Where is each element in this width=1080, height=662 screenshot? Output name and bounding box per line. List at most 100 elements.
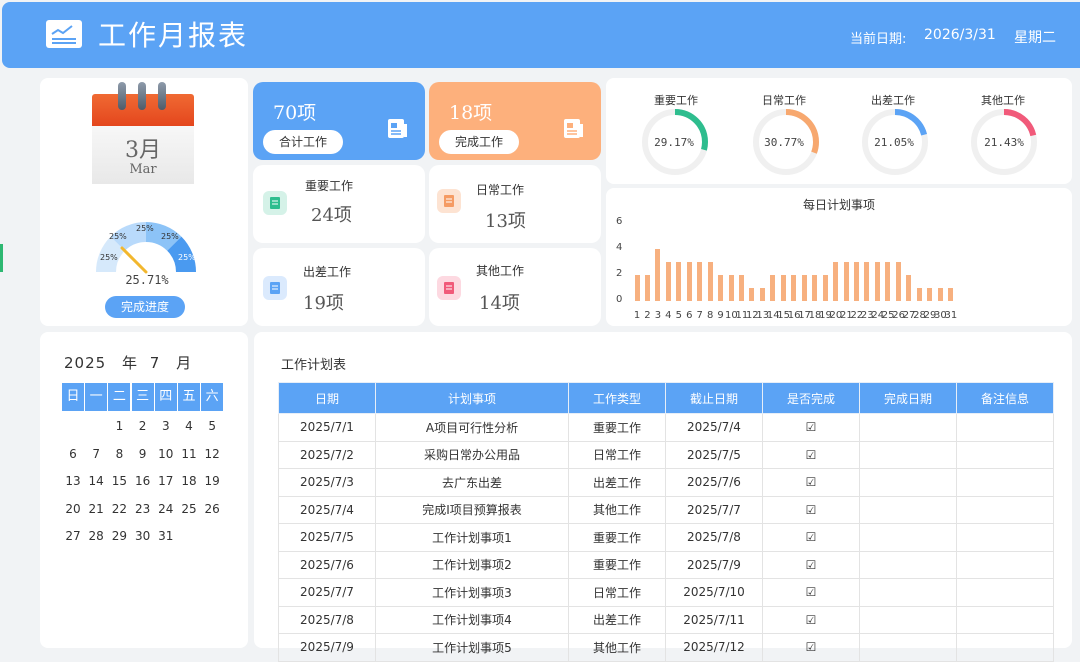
column-header[interactable]: 完成日期: [859, 382, 957, 414]
calendar-day[interactable]: 25: [178, 502, 200, 516]
done-checkbox-cell[interactable]: ☑: [762, 605, 860, 634]
column-header[interactable]: 截止日期: [665, 382, 763, 414]
column-header[interactable]: 备注信息: [956, 382, 1054, 414]
calendar-year-unit: 年: [121, 354, 138, 372]
calendar-day[interactable]: 30: [132, 529, 154, 543]
category-card-other[interactable]: 其他工作 14项: [429, 248, 601, 326]
calendar-day[interactable]: 4: [178, 419, 200, 433]
calendar-day[interactable]: 2: [132, 419, 154, 433]
done-checkbox-cell[interactable]: ☑: [762, 468, 860, 497]
table-cell: 2025/7/4: [665, 413, 763, 442]
done-checkbox-cell[interactable]: ☑: [762, 523, 860, 552]
side-indicator: [0, 244, 3, 272]
table-row[interactable]: 2025/7/9 工作计划事项5 其他工作 2025/7/12 ☑: [278, 633, 1054, 662]
current-weekday: 星期二: [1014, 30, 1056, 46]
table-header-row: 日期 计划事项 工作类型 截止日期 是否完成 完成日期 备注信息: [278, 382, 1054, 414]
category-card-important[interactable]: 重要工作 24项: [253, 165, 425, 243]
calendar-day[interactable]: 20: [62, 502, 84, 516]
table-row[interactable]: 2025/7/8 工作计划事项4 出差工作 2025/7/11 ☑: [278, 605, 1054, 634]
calendar-day[interactable]: 10: [155, 447, 177, 461]
calendar-day[interactable]: 3: [155, 419, 177, 433]
table-cell: 2025/7/7: [278, 578, 376, 607]
column-header[interactable]: 计划事项: [375, 382, 569, 414]
table-row[interactable]: 2025/7/2 采购日常办公用品 日常工作 2025/7/5 ☑: [278, 440, 1054, 469]
calendar-day[interactable]: 19: [201, 474, 223, 488]
calendar-day[interactable]: 7: [85, 447, 107, 461]
done-checkbox-cell[interactable]: ☑: [762, 550, 860, 579]
weekday-header: 日: [62, 383, 84, 411]
table-cell: 工作计划事项2: [375, 550, 569, 579]
calendar-day[interactable]: 24: [155, 502, 177, 516]
done-checkbox-cell[interactable]: ☑: [762, 578, 860, 607]
table-cell: [859, 440, 957, 469]
table-cell: 2025/7/9: [665, 550, 763, 579]
calendar-day[interactable]: 27: [62, 529, 84, 543]
bar: [927, 288, 933, 301]
table-row[interactable]: 2025/7/4 完成I项目预算报表 其他工作 2025/7/7 ☑: [278, 495, 1054, 524]
calendar-day[interactable]: 17: [155, 474, 177, 488]
column-header[interactable]: 日期: [278, 382, 376, 414]
table-cell: [956, 440, 1054, 469]
progress-button[interactable]: 完成进度: [105, 296, 185, 318]
table-row[interactable]: 2025/7/7 工作计划事项3 日常工作 2025/7/10 ☑: [278, 578, 1054, 607]
category-card-business-trip[interactable]: 出差工作 19项: [253, 248, 425, 326]
table-cell: 重要工作: [568, 413, 666, 442]
calendar-day[interactable]: 15: [108, 474, 130, 488]
calendar-day[interactable]: 26: [201, 502, 223, 516]
calendar-day[interactable]: 21: [85, 502, 107, 516]
table-cell: 工作计划事项3: [375, 578, 569, 607]
calendar-month-en: Mar: [129, 162, 157, 177]
category-card-daily[interactable]: 日常工作 13项: [429, 165, 601, 243]
total-card[interactable]: 70项 合计工作: [253, 82, 425, 160]
category-count: 24项: [311, 205, 352, 226]
calendar-day[interactable]: 12: [201, 447, 223, 461]
table-cell: [859, 550, 957, 579]
calendar-day[interactable]: 13: [62, 474, 84, 488]
bar: [749, 288, 755, 301]
table-row[interactable]: 2025/7/5 工作计划事项1 重要工作 2025/7/8 ☑: [278, 523, 1054, 552]
weekday-header: 五: [178, 383, 200, 411]
column-header[interactable]: 是否完成: [762, 382, 860, 414]
calendar-day[interactable]: 6: [62, 447, 84, 461]
calendar-day[interactable]: 16: [132, 474, 154, 488]
calendar-day[interactable]: 28: [85, 529, 107, 543]
category-count: 13项: [485, 211, 526, 232]
calendar-day[interactable]: 29: [108, 529, 130, 543]
column-header[interactable]: 工作类型: [568, 382, 666, 414]
calendar-day[interactable]: 23: [132, 502, 154, 516]
calendar-day[interactable]: 14: [85, 474, 107, 488]
table-row[interactable]: 2025/7/3 去广东出差 出差工作 2025/7/6 ☑: [278, 468, 1054, 497]
calendar-day[interactable]: 8: [108, 447, 130, 461]
table-cell: 2025/7/8: [665, 523, 763, 552]
calendar-day[interactable]: 18: [178, 474, 200, 488]
table-body: 2025/7/1 A项目可行性分析 重要工作 2025/7/4 ☑ 2025/7/2 采购日…: [278, 413, 1054, 662]
done-checkbox-cell[interactable]: ☑: [762, 413, 860, 442]
table-cell: 工作计划事项4: [375, 605, 569, 634]
weekday-header: 一: [85, 383, 108, 411]
bar: [801, 275, 807, 301]
calendar-day[interactable]: 22: [108, 502, 130, 516]
done-checkbox-cell[interactable]: ☑: [762, 440, 860, 469]
bar: [916, 288, 922, 301]
calendar-day[interactable]: 1: [108, 419, 130, 433]
done-card[interactable]: 18项 完成工作: [429, 82, 601, 160]
bar: [759, 288, 765, 301]
done-checkbox-cell[interactable]: ☑: [762, 633, 860, 662]
bar: [885, 262, 891, 301]
table-row[interactable]: 2025/7/1 A项目可行性分析 重要工作 2025/7/4 ☑: [278, 413, 1054, 442]
calendar-day[interactable]: 31: [155, 529, 177, 543]
table-cell: [859, 523, 957, 552]
category-count: 14项: [479, 293, 520, 314]
calendar-day[interactable]: 5: [201, 419, 223, 433]
done-count: 18项: [449, 102, 493, 124]
category-label: 出差工作: [303, 265, 352, 279]
table-cell: 2025/7/6: [278, 550, 376, 579]
x-tick-label: 31: [944, 310, 958, 321]
plan-table: 日期 计划事项 工作类型 截止日期 是否完成 完成日期 备注信息 2025/7/1 A项目可行…: [278, 382, 1054, 662]
bar: [843, 262, 849, 301]
calendar-day[interactable]: 9: [132, 447, 154, 461]
bar: [780, 275, 786, 301]
done-checkbox-cell[interactable]: ☑: [762, 495, 860, 524]
table-row[interactable]: 2025/7/6 工作计划事项2 重要工作 2025/7/9 ☑: [278, 550, 1054, 579]
calendar-day[interactable]: 11: [178, 447, 200, 461]
